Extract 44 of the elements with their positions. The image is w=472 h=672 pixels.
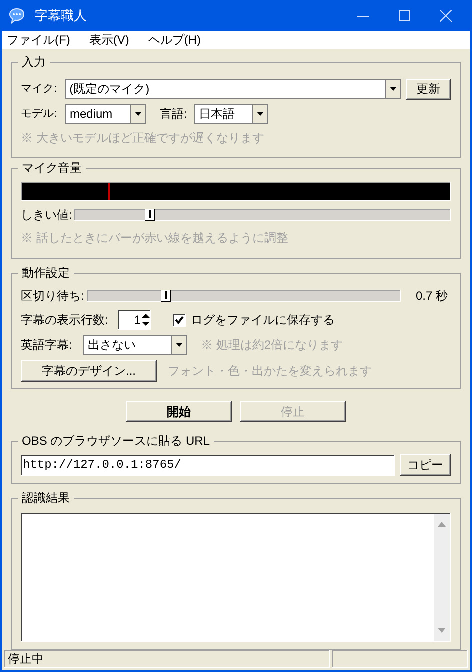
copy-button[interactable]: コピー xyxy=(400,454,451,476)
slider-value: 0.7 秒 xyxy=(416,288,448,305)
group-title: マイク音量 xyxy=(18,160,86,176)
slider-thumb[interactable] xyxy=(161,290,171,302)
menu-item[interactable]: 表示(V) xyxy=(84,31,134,49)
checkbox-label: ログをファイルに保存する xyxy=(191,312,335,329)
hint-text: ※ 大きいモデルほど正確ですが遅くなります xyxy=(21,130,266,147)
group-title: 動作設定 xyxy=(18,265,74,281)
checkbox[interactable] xyxy=(173,314,186,326)
hint-text: ※ 処理は約2倍になります xyxy=(201,336,344,354)
window-title: 字幕職人 xyxy=(35,6,87,25)
group-title: 入力 xyxy=(18,54,50,70)
refresh-button[interactable]: 更新 xyxy=(406,78,451,100)
dropdown[interactable]: (既定のマイク) xyxy=(64,79,402,99)
dropdown[interactable]: medium xyxy=(65,104,146,124)
close-icon[interactable] xyxy=(440,10,452,22)
start-button[interactable]: 開始 xyxy=(126,401,232,422)
field-label: 字幕の表示行数: xyxy=(21,312,110,329)
spinner-arrows-icon xyxy=(142,313,150,327)
hint-text: フォント・色・出かたを変えられます xyxy=(168,363,372,380)
dropdown-caret-icon xyxy=(171,336,186,354)
dropdown[interactable]: 出さない xyxy=(83,334,187,354)
dropdown[interactable]: 日本語 xyxy=(194,104,268,124)
field-label: モデル: xyxy=(21,106,58,122)
maximize-icon[interactable] xyxy=(399,10,410,21)
dropdown-caret-icon xyxy=(130,105,145,123)
hint-text: ※ 話したときにバーが赤い線を越えるように調整 xyxy=(21,230,290,247)
design-button[interactable]: 字幕のデザイン... xyxy=(21,360,157,382)
dropdown-caret-icon xyxy=(252,105,267,123)
field-label: 言語: xyxy=(160,106,188,123)
field-label: マイク: xyxy=(21,82,58,97)
menu-item[interactable]: ファイル(F) xyxy=(2,31,76,49)
slider-thumb[interactable] xyxy=(145,209,155,221)
group-title: 認識結果 xyxy=(18,490,74,506)
group-title: OBS のブラウザソースに貼る URL xyxy=(18,433,214,449)
field-label: 英語字幕: xyxy=(21,336,74,354)
menu-item[interactable]: ヘルプ(H) xyxy=(143,31,206,49)
field-label: 区切り待ち: xyxy=(21,288,86,305)
url-field[interactable]: http://127.0.0.1:8765/ xyxy=(21,454,396,476)
number-spinner[interactable]: 1 xyxy=(118,310,151,330)
dropdown-caret-icon xyxy=(385,80,400,98)
field-label: しきい値: xyxy=(21,207,74,224)
chat-bubble-icon xyxy=(9,8,25,24)
status-text: 停止中 xyxy=(4,650,330,668)
